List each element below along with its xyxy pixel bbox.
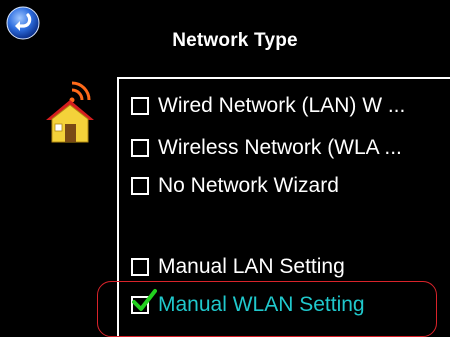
option-label: Wired Network (LAN) W ...: [158, 94, 406, 117]
checkbox[interactable]: [131, 258, 149, 276]
option-label: No Network Wizard: [158, 174, 339, 197]
back-button[interactable]: [6, 6, 40, 40]
back-arrow-icon: [6, 6, 40, 40]
option-wired-network[interactable]: Wired Network (LAN) W ...: [131, 91, 405, 121]
option-label: Manual WLAN Setting: [158, 293, 365, 316]
option-wireless-network[interactable]: Wireless Network (WLA ...: [131, 133, 402, 163]
check-mark-icon: [132, 289, 157, 311]
option-manual-lan-setting[interactable]: Manual LAN Setting: [131, 252, 345, 282]
checkbox[interactable]: [131, 139, 149, 157]
option-label: Manual LAN Setting: [158, 255, 345, 278]
page-title: Network Type: [172, 30, 298, 51]
checkbox[interactable]: [131, 289, 157, 314]
checkbox[interactable]: [131, 97, 149, 115]
network-type-screen: Network Type Wired Network (LAN) W ... W…: [0, 0, 450, 337]
checkbox[interactable]: [131, 177, 149, 195]
home-network-icon: [42, 80, 100, 146]
option-manual-wlan-setting[interactable]: Manual WLAN Setting: [131, 289, 365, 320]
option-label: Wireless Network (WLA ...: [158, 136, 402, 159]
option-no-network-wizard[interactable]: No Network Wizard: [131, 171, 339, 201]
